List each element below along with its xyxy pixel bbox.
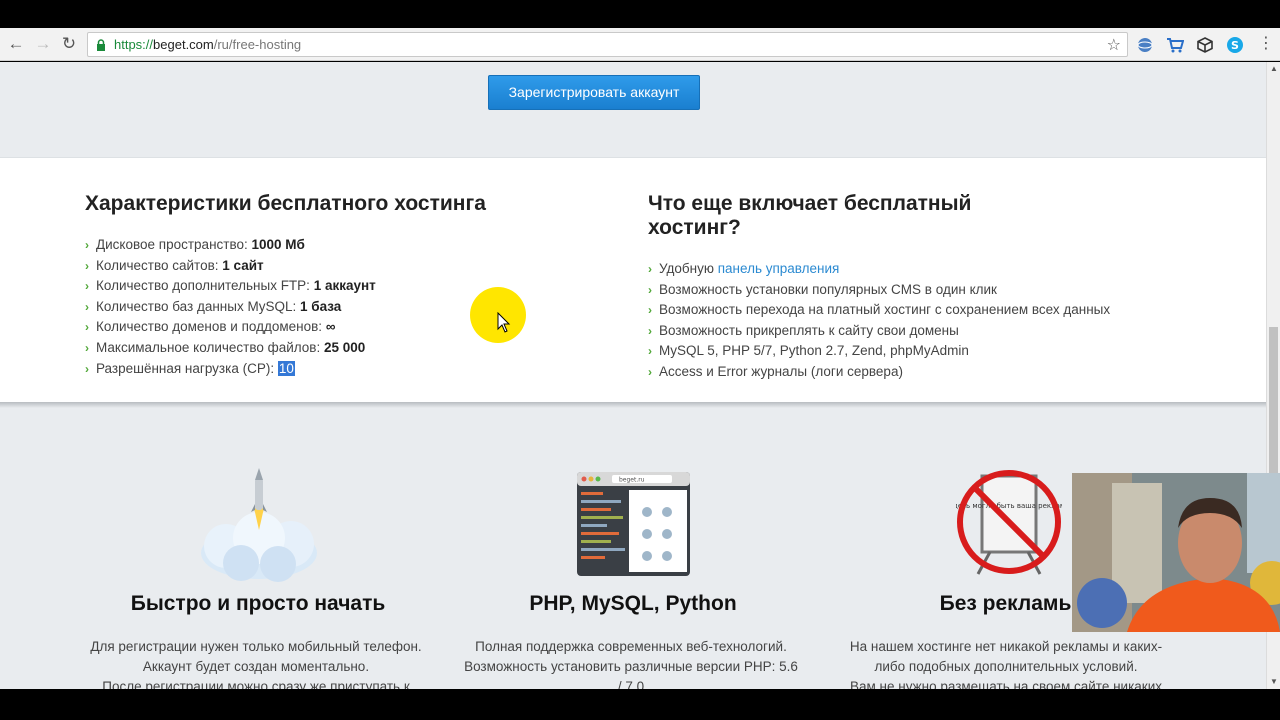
forward-icon[interactable]: → [33, 34, 53, 54]
benefit-text-noads: На нашем хостинге нет никакой рекламы и … [849, 639, 1163, 689]
address-bar[interactable]: https://beget.com/ru/free-hosting ☆ [87, 32, 1128, 57]
benefit-title-fast: Быстро и просто начать [130, 592, 386, 615]
list-item: › Возможность прикреплять к сайту свои до… [648, 321, 1110, 342]
screen: ← → ↻ https://beget.com/ru/free-hosting … [0, 0, 1280, 720]
title-bar [0, 0, 1280, 28]
chevron-right-icon: › [648, 303, 652, 318]
globe-extension-icon[interactable] [1136, 36, 1154, 54]
url-text: https://beget.com/ru/free-hosting [114, 37, 302, 52]
list-item: › Количество доменов и поддоменов: ∞ [85, 317, 376, 338]
menu-kebab-icon[interactable]: ⋮ [1256, 34, 1276, 54]
chevron-right-icon: › [648, 282, 652, 297]
no-ads-illustration: Здесь могла быть ваша реклама [956, 470, 1062, 575]
chevron-right-icon: › [85, 320, 89, 335]
list-item: › Возможность перехода на платный хостинг… [648, 300, 1110, 321]
list-item: › Дисковое пространство: 1000 Мб [85, 235, 376, 256]
webcam-overlay [1072, 473, 1280, 632]
list-item: › Разрешённая нагрузка (CP): 10 [85, 359, 376, 380]
chevron-right-icon: › [85, 361, 89, 376]
register-account-button[interactable]: Зарегистрировать аккаунт [488, 75, 700, 110]
browser-toolbar: ← → ↻ https://beget.com/ru/free-hosting … [0, 28, 1280, 61]
control-panel-link[interactable]: панель управления [718, 261, 840, 276]
list-item: › Максимальное количество файлов: 25 000 [85, 338, 376, 359]
list-item: › Количество дополнительных FTP: 1 аккаун… [85, 276, 376, 297]
chevron-right-icon: › [85, 238, 89, 252]
includes-list: › Удобную панель управления › Возможность … [648, 259, 1110, 383]
browser-thumb-url: beget.ru [619, 477, 645, 484]
rocket-launch-illustration [201, 468, 317, 582]
scroll-thumb[interactable] [1269, 327, 1278, 487]
selected-text: 10 [277, 360, 295, 376]
list-item: › Access и Error журналы (логи сервера) [648, 362, 1110, 383]
list-item: › Удобную панель управления [648, 259, 1110, 280]
cart-extension-icon[interactable] [1166, 36, 1184, 54]
specs-section: Характеристики бесплатного хостинга › Дис… [0, 157, 1266, 404]
scroll-up-icon[interactable]: ▲ [1269, 64, 1279, 74]
includes-title: Что еще включает бесплатный хостинг? [648, 192, 972, 239]
list-item: › MySQL 5, PHP 5/7, Python 2.7, Zend, php… [648, 341, 1110, 362]
chevron-right-icon: › [85, 258, 89, 273]
benefit-text-fast: Для регистрации нужен только мобильный т… [90, 639, 422, 689]
lock-icon [97, 39, 105, 51]
svg-text:S: S [1231, 39, 1239, 52]
ad-poster-text: Здесь могла быть ваша реклама [956, 502, 1062, 510]
chevron-right-icon: › [648, 344, 652, 359]
benefit-title-tech: PHP, MySQL, Python [529, 592, 737, 615]
chevron-right-icon: › [648, 323, 652, 338]
mouse-cursor-icon [497, 312, 511, 333]
chevron-right-icon: › [85, 340, 89, 355]
list-item: › Количество сайтов: 1 сайт [85, 256, 376, 277]
chevron-right-icon: › [85, 279, 89, 294]
specs-list: › Дисковое пространство: 1000 Мб › Количес… [85, 235, 376, 379]
bookmark-star-icon[interactable]: ☆ [1107, 35, 1121, 55]
bottom-bar [0, 689, 1280, 720]
list-item: › Количество баз данных MySQL: 1 база [85, 297, 376, 318]
section-divider [0, 402, 1266, 408]
specs-title: Характеристики бесплатного хостинга [85, 192, 486, 215]
skype-extension-icon[interactable]: S [1226, 36, 1244, 54]
browser-window-illustration: beget.ru [577, 472, 690, 576]
cube-extension-icon[interactable] [1196, 36, 1214, 54]
chevron-right-icon: › [648, 262, 652, 276]
benefit-text-tech: Полная поддержка современных веб-техноло… [464, 639, 798, 689]
list-item: › Возможность установки популярных CMS в … [648, 280, 1110, 301]
chevron-right-icon: › [648, 364, 652, 379]
chevron-right-icon: › [85, 299, 89, 314]
back-icon[interactable]: ← [6, 34, 26, 54]
scroll-down-icon[interactable]: ▼ [1269, 677, 1279, 687]
reload-icon[interactable]: ↻ [59, 34, 79, 54]
